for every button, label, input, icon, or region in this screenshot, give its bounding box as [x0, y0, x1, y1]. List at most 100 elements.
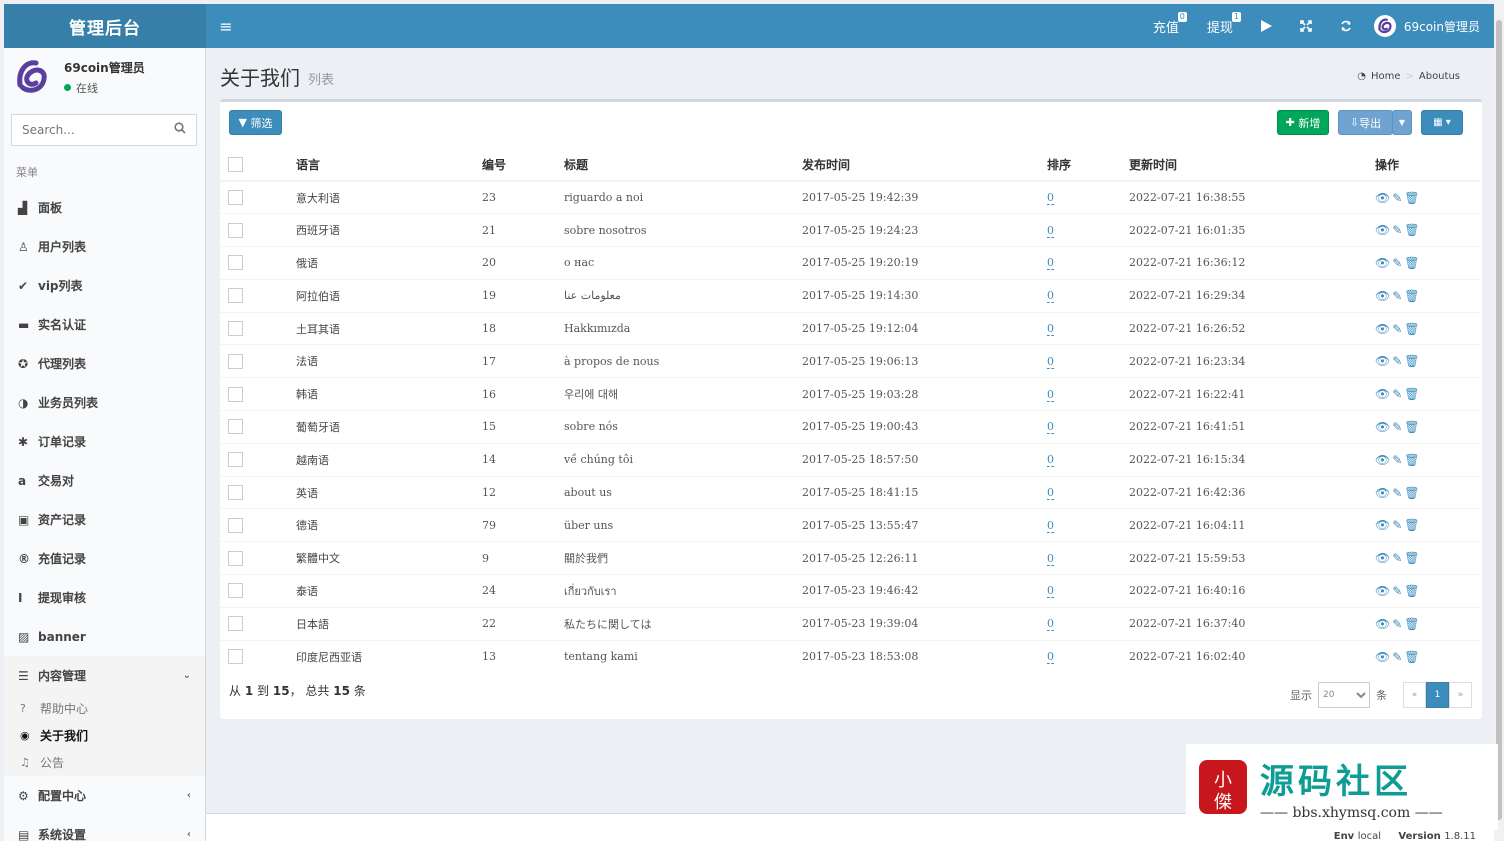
- submenu-item-2[interactable]: ♫ 公告: [4, 749, 205, 776]
- edit-icon[interactable]: ✎: [1392, 650, 1404, 664]
- refresh-icon[interactable]: [1326, 4, 1366, 48]
- sort-editable-link[interactable]: 0: [1047, 551, 1054, 566]
- sidebar-item-0[interactable]: ▟ 面板: [4, 188, 205, 227]
- search-input[interactable]: [22, 123, 174, 137]
- trash-icon[interactable]: 🗑: [1404, 518, 1421, 532]
- sort-editable-link[interactable]: 0: [1047, 354, 1054, 369]
- trash-icon[interactable]: 🗑: [1404, 191, 1421, 205]
- sort-editable-link[interactable]: 0: [1047, 223, 1054, 238]
- trash-icon[interactable]: 🗑: [1404, 223, 1421, 237]
- col-header-sort[interactable]: 排序: [1047, 149, 1129, 182]
- view-icon[interactable]: 👁: [1375, 453, 1392, 467]
- sidebar-item-8[interactable]: ▣ 资产记录: [4, 500, 205, 539]
- trash-icon[interactable]: 🗑: [1404, 551, 1421, 565]
- col-header-language[interactable]: 语言: [296, 149, 482, 182]
- col-header-id[interactable]: 编号: [482, 149, 564, 182]
- submenu-item-1[interactable]: ◉ 关于我们: [4, 722, 205, 749]
- edit-icon[interactable]: ✎: [1392, 584, 1404, 598]
- sort-editable-link[interactable]: 0: [1047, 387, 1054, 402]
- sidebar-item-7[interactable]: a 交易对: [4, 461, 205, 500]
- user-menu[interactable]: 69coin管理员: [1366, 15, 1494, 37]
- sidebar-item-9[interactable]: ® 充值记录: [4, 539, 205, 578]
- prev-page-button[interactable]: «: [1403, 682, 1426, 708]
- edit-icon[interactable]: ✎: [1392, 486, 1404, 500]
- row-checkbox[interactable]: [228, 190, 243, 206]
- sort-editable-link[interactable]: 0: [1047, 420, 1054, 435]
- submenu-item-0[interactable]: ? 帮助中心: [4, 695, 205, 722]
- trash-icon[interactable]: 🗑: [1404, 256, 1421, 270]
- trash-icon[interactable]: 🗑: [1404, 322, 1421, 336]
- new-button[interactable]: ✚ 新增: [1277, 110, 1329, 135]
- trash-icon[interactable]: 🗑: [1404, 453, 1421, 467]
- view-icon[interactable]: 👁: [1375, 650, 1392, 664]
- view-icon[interactable]: 👁: [1375, 584, 1392, 598]
- row-checkbox[interactable]: [228, 583, 243, 599]
- select-all-checkbox[interactable]: [228, 157, 243, 172]
- sidebar-item-2[interactable]: ✔ vip列表: [4, 266, 205, 305]
- play-icon[interactable]: [1247, 4, 1286, 48]
- sidebar-item-1[interactable]: ♙ 用户列表: [4, 227, 205, 266]
- edit-icon[interactable]: ✎: [1392, 453, 1404, 467]
- columns-button[interactable]: ▦ ▾: [1421, 110, 1463, 135]
- edit-icon[interactable]: ✎: [1392, 551, 1404, 565]
- sidebar-item-4[interactable]: ✪ 代理列表: [4, 344, 205, 383]
- scrollbar-thumb[interactable]: [1496, 20, 1502, 820]
- search-icon[interactable]: [174, 122, 186, 138]
- sidebar-item-system[interactable]: ▤ 系统设置 ‹: [4, 815, 205, 841]
- sidebar-item-config[interactable]: ⚙ 配置中心 ‹: [4, 776, 205, 815]
- edit-icon[interactable]: ✎: [1392, 387, 1404, 401]
- row-checkbox[interactable]: [228, 288, 243, 304]
- view-icon[interactable]: 👁: [1375, 223, 1392, 237]
- trash-icon[interactable]: 🗑: [1404, 486, 1421, 500]
- edit-icon[interactable]: ✎: [1392, 256, 1404, 270]
- trash-icon[interactable]: 🗑: [1404, 650, 1421, 664]
- trash-icon[interactable]: 🗑: [1404, 584, 1421, 598]
- edit-icon[interactable]: ✎: [1392, 289, 1404, 303]
- trash-icon[interactable]: 🗑: [1404, 354, 1421, 368]
- sort-editable-link[interactable]: 0: [1047, 617, 1054, 632]
- export-button[interactable]: ⇩ 导出: [1338, 110, 1393, 135]
- page-size-select[interactable]: 20: [1318, 682, 1370, 708]
- sort-editable-link[interactable]: 0: [1047, 518, 1054, 533]
- row-checkbox[interactable]: [228, 485, 243, 501]
- trash-icon[interactable]: 🗑: [1404, 420, 1421, 434]
- export-dropdown-toggle[interactable]: ▼: [1392, 110, 1412, 135]
- trash-icon[interactable]: 🗑: [1404, 289, 1421, 303]
- edit-icon[interactable]: ✎: [1392, 322, 1404, 336]
- row-checkbox[interactable]: [228, 255, 243, 271]
- sidebar-item-content[interactable]: ☰ 内容管理 ⌄: [4, 656, 205, 695]
- view-icon[interactable]: 👁: [1375, 289, 1392, 303]
- sort-editable-link[interactable]: 0: [1047, 191, 1054, 206]
- sort-editable-link[interactable]: 0: [1047, 453, 1054, 468]
- view-icon[interactable]: 👁: [1375, 191, 1392, 205]
- page-scrollbar[interactable]: [1494, 0, 1504, 841]
- row-checkbox[interactable]: [228, 353, 243, 369]
- sort-editable-link[interactable]: 0: [1047, 256, 1054, 271]
- row-checkbox[interactable]: [228, 452, 243, 468]
- col-header-title[interactable]: 标题: [564, 149, 802, 182]
- edit-icon[interactable]: ✎: [1392, 223, 1404, 237]
- edit-icon[interactable]: ✎: [1392, 191, 1404, 205]
- trash-icon[interactable]: 🗑: [1404, 387, 1421, 401]
- row-checkbox[interactable]: [228, 517, 243, 533]
- row-checkbox[interactable]: [228, 649, 243, 665]
- view-icon[interactable]: 👁: [1375, 420, 1392, 434]
- page-button-current[interactable]: 1: [1426, 682, 1449, 708]
- withdraw-nav[interactable]: 提现 1: [1193, 4, 1247, 48]
- row-checkbox[interactable]: [228, 550, 243, 566]
- sidebar-toggle-icon[interactable]: ≡: [206, 17, 246, 36]
- sidebar-item-11[interactable]: ▨ banner: [4, 617, 205, 656]
- sort-editable-link[interactable]: 0: [1047, 650, 1054, 665]
- sidebar-item-10[interactable]: I 提现审核: [4, 578, 205, 617]
- view-icon[interactable]: 👁: [1375, 551, 1392, 565]
- view-icon[interactable]: 👁: [1375, 486, 1392, 500]
- sidebar-item-5[interactable]: ◑ 业务员列表: [4, 383, 205, 422]
- sort-editable-link[interactable]: 0: [1047, 584, 1054, 599]
- row-checkbox[interactable]: [228, 419, 243, 435]
- view-icon[interactable]: 👁: [1375, 354, 1392, 368]
- sort-editable-link[interactable]: 0: [1047, 289, 1054, 304]
- view-icon[interactable]: 👁: [1375, 518, 1392, 532]
- edit-icon[interactable]: ✎: [1392, 518, 1404, 532]
- filter-button[interactable]: ▼ 筛选: [229, 110, 282, 135]
- fullscreen-icon[interactable]: [1286, 4, 1326, 48]
